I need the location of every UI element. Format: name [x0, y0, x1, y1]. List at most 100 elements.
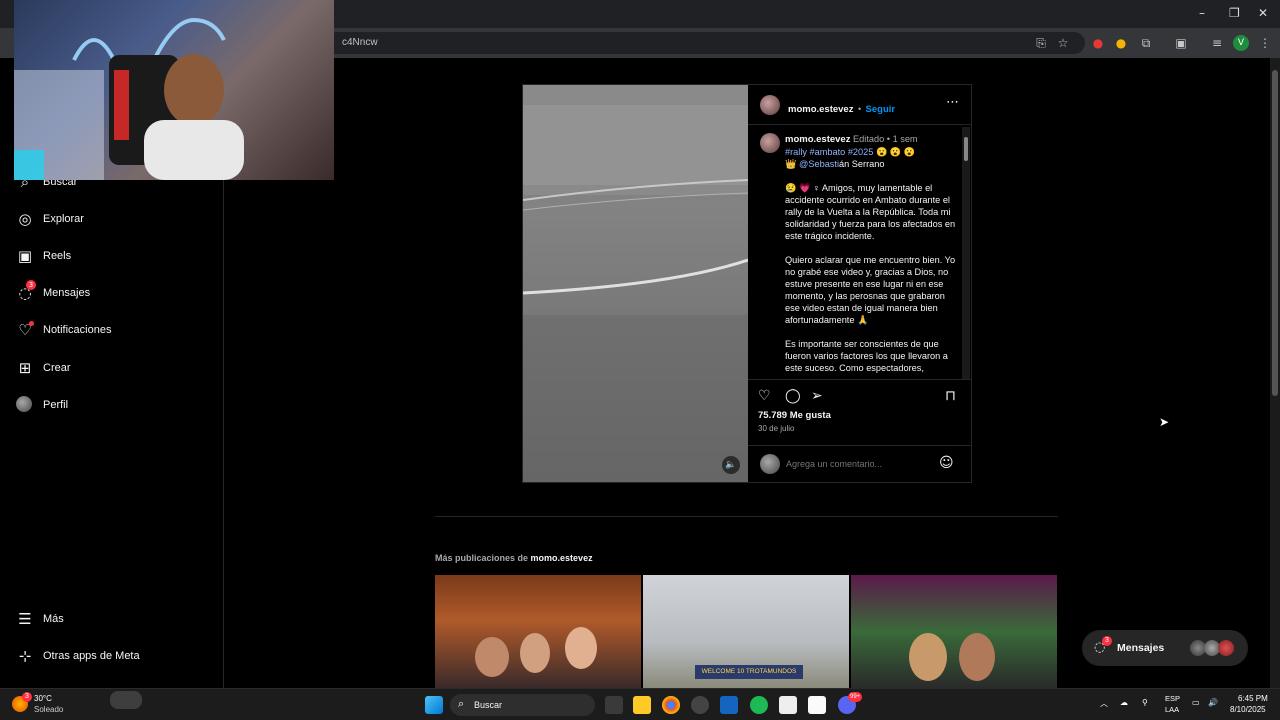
profile-avatar-icon[interactable]: V: [1233, 35, 1249, 51]
caption-paragraph-2: Quiero aclarar que me encuentro bien. Yo…: [785, 255, 956, 325]
post-actions: ♡ ◯ ➢ ⊓ 75.789 Me gusta 30 de julio: [748, 379, 971, 439]
caption-scrollbar-thumb[interactable]: [964, 137, 968, 161]
chrome-icon[interactable]: [662, 696, 680, 714]
extensions-icon[interactable]: ⧉: [1138, 35, 1154, 51]
task-view-icon[interactable]: [605, 696, 623, 714]
sidebar-item-crear[interactable]: ⊞ Crear: [16, 356, 71, 380]
close-window-button[interactable]: ✕: [1258, 6, 1268, 20]
heart-icon: ♡: [16, 321, 34, 339]
hashtag-emojis: 😮 😮 😮: [875, 147, 916, 157]
compass-icon: ◎: [18, 210, 32, 228]
mention-rest: án Serrano: [839, 159, 885, 169]
post-video[interactable]: 🔈: [523, 85, 748, 482]
mute-button[interactable]: 🔈: [722, 456, 740, 474]
sidebar-item-label: Otras apps de Meta: [43, 650, 140, 662]
sidebar-item-label: Crear: [43, 362, 71, 374]
caption-avatar[interactable]: [760, 133, 780, 153]
more-posts-heading: Más publicaciones de momo.estevez: [435, 553, 1058, 563]
search-icon: ⌕: [458, 697, 465, 710]
bookmark-star-icon[interactable]: ☆: [1055, 35, 1071, 51]
sidebar-item-mensajes[interactable]: ◌ 3 Mensajes: [16, 280, 90, 305]
clock-date[interactable]: 8/10/2025: [1230, 705, 1266, 714]
media-controls-icon[interactable]: ≡: [1209, 35, 1225, 51]
sidebar-item-reels[interactable]: ▣ Reels: [16, 244, 71, 268]
sidebar-item-explorar[interactable]: ◎ Explorar: [16, 207, 84, 231]
post-thumbnail[interactable]: WELCOME 10 TROTAMUNDOS: [643, 575, 849, 688]
header-line: momo.estevez • Seguir: [788, 99, 895, 117]
hashtags[interactable]: #rally #ambato #2025: [785, 147, 873, 157]
viewer-avatar: [760, 454, 780, 474]
sidebar-item-mas[interactable]: ☰ Más: [16, 607, 64, 631]
comment-input[interactable]: [786, 456, 926, 472]
lang-top[interactable]: ESP: [1165, 694, 1180, 703]
windows-start-icon[interactable]: [425, 696, 443, 714]
lang-bottom[interactable]: LAA: [1165, 705, 1179, 714]
weather-temp: 30°C: [34, 694, 52, 703]
share-icon[interactable]: ➢: [811, 388, 823, 404]
windows-taskbar: 3 30°C Soleado ⌕ Buscar 99+ ︿ ☁ ⚲ ESP LA…: [0, 688, 1280, 720]
author-avatar[interactable]: [760, 95, 780, 115]
extension-red-icon[interactable]: ●: [1090, 35, 1106, 51]
more-options-icon[interactable]: ⋯: [946, 95, 959, 110]
sidebar-item-meta-apps[interactable]: ⊹ Otras apps de Meta: [16, 644, 140, 668]
maximize-button[interactable]: ❐: [1229, 6, 1240, 20]
browser-menu-icon[interactable]: ⋮: [1257, 35, 1273, 51]
follow-button[interactable]: Seguir: [866, 104, 896, 115]
store-icon[interactable]: [779, 696, 797, 714]
side-panel-icon[interactable]: ▣: [1173, 35, 1189, 51]
post-date: 30 de julio: [758, 424, 795, 433]
likes-count[interactable]: 75.789 Me gusta: [758, 410, 831, 421]
save-bookmark-icon[interactable]: ⊓: [945, 388, 956, 404]
author-username[interactable]: momo.estevez: [788, 104, 853, 115]
comment-box: ☺: [748, 445, 971, 482]
caption-scrollbar[interactable]: [962, 127, 970, 379]
extension-yellow-icon[interactable]: ●: [1113, 35, 1129, 51]
webcam-overlay: [14, 0, 334, 180]
meta-apps-icon: ⊹: [18, 647, 32, 665]
mention-link[interactable]: @Sebasti: [799, 159, 839, 169]
file-explorer-icon[interactable]: [633, 696, 651, 714]
caption-author[interactable]: momo.estevez: [785, 134, 850, 145]
minimize-button[interactable]: –: [1199, 6, 1205, 20]
more-posts-section: Más publicaciones de momo.estevez: [435, 516, 1058, 563]
messenger-icon: ◌ 3: [16, 280, 36, 302]
page-scrollbar-thumb[interactable]: [1272, 70, 1278, 396]
cloud-icon[interactable]: ☁: [1120, 698, 1128, 707]
sidebar-item-label: Explorar: [43, 213, 84, 225]
steam-icon[interactable]: [691, 696, 709, 714]
more-posts-author[interactable]: momo.estevez: [531, 553, 593, 563]
avatar-icon: [16, 396, 34, 414]
taskbar-search-label: Buscar: [474, 700, 503, 710]
plus-square-icon: ⊞: [18, 359, 32, 377]
spotify-icon[interactable]: [750, 696, 768, 714]
url-text: c4Nncw: [342, 37, 378, 48]
sidebar-item-perfil[interactable]: Perfil: [16, 393, 68, 417]
address-bar[interactable]: c4Nncw ⎘ ☆: [325, 32, 1085, 54]
emoji-picker-icon[interactable]: ☺: [939, 455, 954, 471]
sidebar-item-label: Perfil: [43, 399, 69, 411]
taskbar-search[interactable]: ⌕ Buscar: [450, 694, 595, 716]
post-thumbnail[interactable]: [435, 575, 641, 688]
install-app-icon[interactable]: ⎘: [1033, 35, 1049, 51]
network-icon[interactable]: ▭: [1192, 698, 1200, 707]
capcut-icon[interactable]: [808, 696, 826, 714]
caption-paragraph-3: Es importante ser conscientes de que fue…: [785, 339, 948, 373]
clock-time[interactable]: 6:45 PM: [1238, 694, 1268, 703]
post-thumbnail[interactable]: [851, 575, 1057, 688]
edited-label: Editado: [853, 134, 885, 144]
messages-pill[interactable]: ◌ 3 Mensajes: [1082, 630, 1248, 666]
tray-chevron-icon[interactable]: ︿: [1100, 698, 1108, 709]
menu-icon: ☰: [18, 610, 32, 628]
weather-desc: Soleado: [34, 705, 64, 714]
microphone-icon[interactable]: ⚲: [1142, 698, 1148, 707]
sidebar-item-notificaciones[interactable]: ♡ Notificaciones: [16, 318, 111, 342]
volume-icon[interactable]: 🔊: [1208, 698, 1218, 707]
like-heart-icon[interactable]: ♡: [758, 388, 771, 404]
sidebar-item-label: Notificaciones: [43, 324, 112, 336]
post-header: momo.estevez • Seguir ⋯: [748, 85, 971, 125]
app-blue-icon[interactable]: [720, 696, 738, 714]
webcam-scene: [14, 17, 244, 180]
caption-paragraph-1: 😢 💗 ♀ Amigos, muy lamentable el accident…: [785, 183, 956, 241]
mention-prefix: 👑: [785, 159, 797, 169]
comment-icon[interactable]: ◯: [785, 388, 801, 404]
